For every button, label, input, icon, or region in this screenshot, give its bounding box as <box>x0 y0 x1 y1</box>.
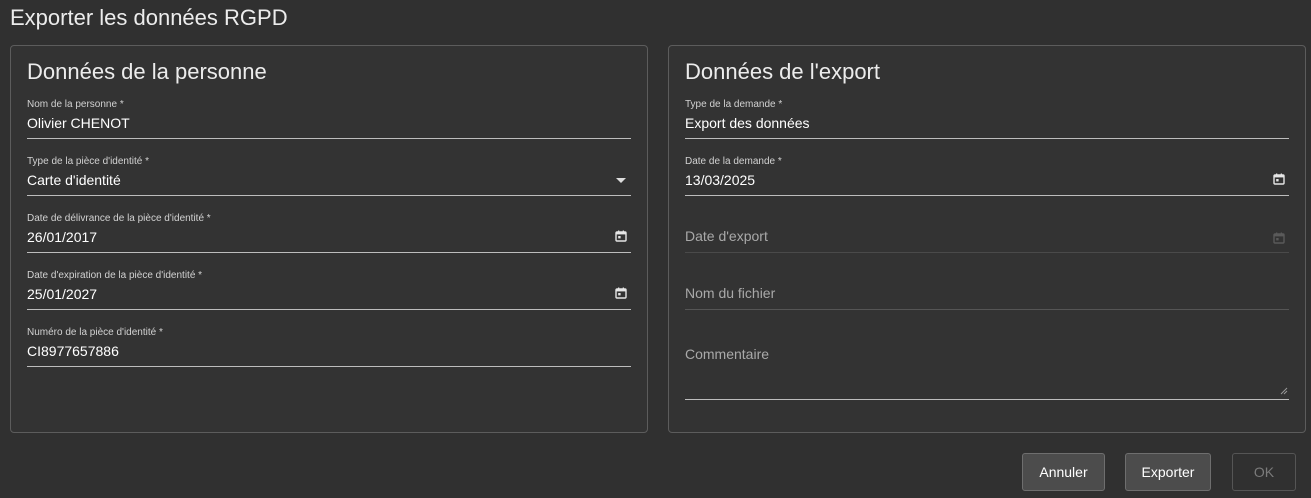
field-underline <box>685 252 1289 253</box>
id-issue-date-label: Date de délivrance de la pièce d'identit… <box>27 213 211 224</box>
export-date-field: Date d'export <box>685 202 1289 253</box>
id-type-value[interactable]: Carte d'identité <box>27 172 121 188</box>
export-date-label: Date d'export <box>685 228 768 244</box>
calendar-icon[interactable] <box>615 230 627 242</box>
comment-label: Commentaire <box>685 346 770 362</box>
field-underline <box>685 309 1289 310</box>
ok-button[interactable]: OK <box>1232 453 1296 491</box>
field-underline <box>685 195 1289 196</box>
export-panel-title: Données de l'export <box>685 59 880 84</box>
chevron-down-icon[interactable] <box>616 178 626 183</box>
request-date-field[interactable]: Date de la demande * 13/03/2025 <box>685 156 1289 202</box>
request-type-value[interactable]: Export des données <box>685 115 810 131</box>
field-underline <box>27 366 631 367</box>
calendar-icon <box>1273 232 1285 244</box>
id-expiry-date-value[interactable]: 25/01/2027 <box>27 286 97 302</box>
person-name-value[interactable]: Olivier CHENOT <box>27 115 130 131</box>
id-issue-date-field[interactable]: Date de délivrance de la pièce d'identit… <box>27 213 631 259</box>
request-type-field[interactable]: Type de la demande * Export des données <box>685 99 1289 145</box>
request-type-label: Type de la demande * <box>685 99 783 110</box>
id-type-label: Type de la pièce d'identité * <box>27 156 149 167</box>
id-type-select[interactable]: Type de la pièce d'identité * Carte d'id… <box>27 156 631 202</box>
comment-textarea[interactable]: Commentaire <box>685 340 1289 402</box>
resize-grip-icon[interactable] <box>1280 387 1288 395</box>
person-name-field[interactable]: Nom de la personne * Olivier CHENOT <box>27 99 631 145</box>
id-issue-date-value[interactable]: 26/01/2017 <box>27 229 97 245</box>
field-underline <box>27 309 631 310</box>
field-underline <box>685 138 1289 139</box>
person-data-panel: Données de la personne Nom de la personn… <box>10 45 648 433</box>
field-underline <box>27 252 631 253</box>
field-underline <box>27 138 631 139</box>
person-panel-title: Données de la personne <box>27 59 267 84</box>
person-name-label: Nom de la personne * <box>27 99 124 110</box>
cancel-button[interactable]: Annuler <box>1022 453 1105 491</box>
id-expiry-date-label: Date d'expiration de la pièce d'identité… <box>27 270 203 281</box>
field-underline <box>27 195 631 196</box>
file-name-label: Nom du fichier <box>685 285 776 301</box>
field-underline <box>685 399 1289 400</box>
request-date-value[interactable]: 13/03/2025 <box>685 172 755 188</box>
id-number-field[interactable]: Numéro de la pièce d'identité * CI897765… <box>27 327 631 373</box>
id-number-value[interactable]: CI8977657886 <box>27 343 119 359</box>
calendar-icon[interactable] <box>615 287 627 299</box>
export-data-panel: Données de l'export Type de la demande *… <box>668 45 1306 433</box>
export-button[interactable]: Exporter <box>1125 453 1211 491</box>
request-date-label: Date de la demande * <box>685 156 782 167</box>
file-name-field[interactable]: Nom du fichier <box>685 259 1289 310</box>
id-expiry-date-field[interactable]: Date d'expiration de la pièce d'identité… <box>27 270 631 316</box>
id-number-label: Numéro de la pièce d'identité * <box>27 327 163 338</box>
calendar-icon[interactable] <box>1273 173 1285 185</box>
dialog-title: Exporter les données RGPD <box>10 5 288 30</box>
